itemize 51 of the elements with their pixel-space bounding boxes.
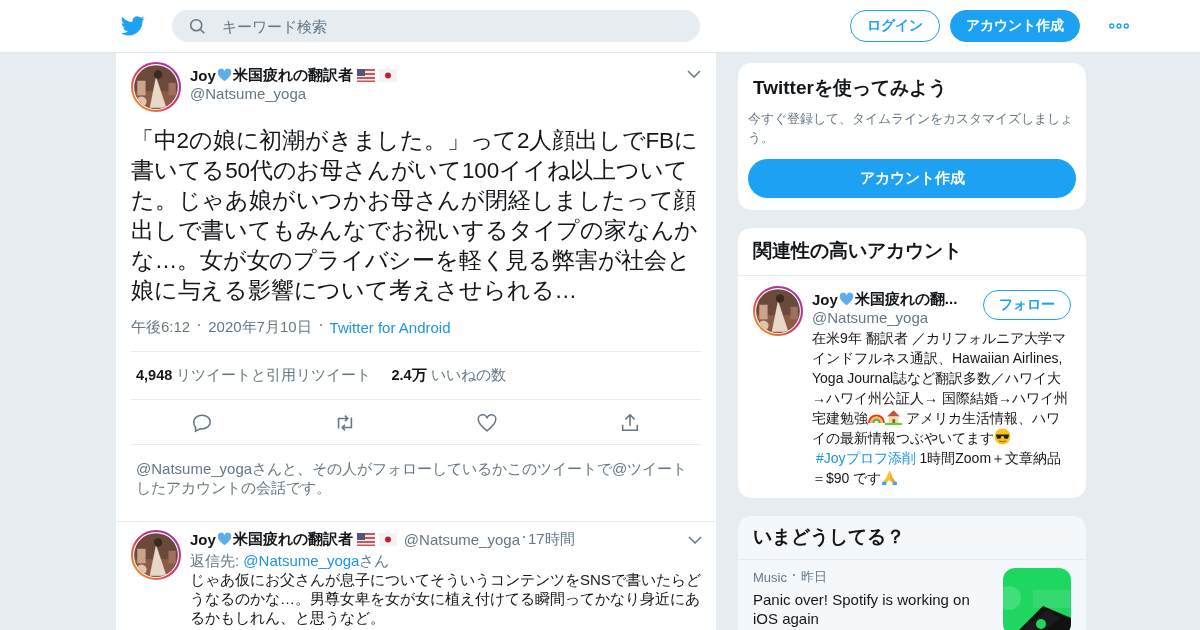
us-flag-icon	[356, 69, 375, 82]
mention-link[interactable]: @Natsume_yoga	[243, 552, 360, 569]
chevron-down-icon[interactable]	[688, 535, 702, 544]
us-flag-icon	[356, 533, 375, 546]
house-icon	[885, 408, 902, 425]
signup-button[interactable]: アカウント作成	[748, 159, 1076, 198]
login-button[interactable]: ログイン	[850, 10, 940, 42]
japan-flag-icon	[378, 533, 397, 546]
timestamp[interactable]: 2020年7月10日	[208, 318, 312, 337]
chevron-down-icon[interactable]	[687, 70, 701, 78]
conversation-note: @Natsume_yogaさんと、その人がフォローしているかこのツイートで@ツイートしたアカウントの会話です。	[135, 459, 689, 498]
source-link[interactable]: Twitter for Android	[329, 319, 451, 336]
trend-category: Music	[753, 569, 787, 585]
account-name[interactable]: Joy	[812, 291, 838, 308]
author-name[interactable]: Joy	[190, 67, 216, 84]
praying-hands-icon	[881, 468, 899, 485]
reply-to-line: 返信先: @Natsume_yogaさん	[190, 551, 391, 570]
like-icon[interactable]	[476, 412, 499, 434]
author-name[interactable]: 米国疲れの翻訳者	[232, 66, 353, 85]
heart-icon	[838, 292, 854, 307]
signup-button[interactable]: アカウント作成	[950, 10, 1080, 42]
more-icon[interactable]	[1109, 23, 1129, 29]
search-field[interactable]: キーワード検索	[172, 10, 700, 42]
timestamp: 昨日	[800, 568, 827, 586]
card-title: Twitterを使ってみよう	[753, 76, 948, 100]
follow-button[interactable]: フォロー	[983, 290, 1071, 320]
card-title: 関連性の高いアカウント	[738, 228, 1086, 276]
sunglasses-icon	[994, 428, 1011, 445]
author-handle[interactable]: @Natsume_yoga	[190, 85, 678, 102]
timestamp[interactable]: 午後6:12	[131, 318, 191, 337]
timestamp[interactable]: 17時間	[528, 530, 575, 549]
trend-headline[interactable]: Panic over! Spotify is working on iOS again	[753, 590, 993, 628]
reply-text: じゃあ仮にお父さんが息子についてそういうコンテンツをSNSで書いたらどうなるのかな…。男尊女卑を女が女に植え付けてる瞬間ってかなり身近にあるかもしれん、と思うなど。	[190, 570, 702, 627]
bird-logo-icon[interactable]	[121, 16, 145, 36]
stat-link[interactable]: 4,948 リツイートと引用リツイート	[136, 366, 372, 385]
card-title: いまどうしてる？	[738, 516, 1086, 560]
stat-link[interactable]: 2.4万 いいねの数	[391, 366, 506, 385]
account-name[interactable]: 米国疲れの翻...	[854, 290, 958, 309]
author-handle[interactable]: @Natsume_yoga	[403, 531, 520, 548]
signup-prompt: 今すぐ登録して、タイムラインをカスタマイズしましょう。	[748, 110, 1074, 147]
tweet-text: 「中2の娘に初潮がきました。」って2人顔出しでFBに書いてる50代のお母さんがいて100イイね以上ついてた。じゃあ娘がいつかお母さんが閉経しましたって顔出しで書いてもみんなでお祝いするタイプの家なんかな…。女が女のプライバシーを軽く見る弊害が社会と娘に与える影響について考えさせられる…	[131, 127, 700, 305]
account-bio: 在米9年 翻訳者 ／カリフォルニア大学マインドフルネス通訳、Hawaiian Airlines, Yoga Journal誌など翻訳多数／ハワイ大→ハワイ州公証人→ 国際結婚→ハワイ州宅建勉強 アメリカ生活情報、ハワイの最新情報つぶやいてます #Joyプロフ添削 1時間Zoom＋文章納品＝$90 です	[812, 329, 1069, 488]
account-handle[interactable]: @Natsume_yoga	[812, 309, 983, 326]
author-name[interactable]: 米国疲れの翻訳者	[232, 530, 353, 549]
search-icon	[189, 18, 206, 35]
japan-flag-icon	[378, 69, 397, 82]
heart-icon	[216, 532, 232, 547]
reply-icon[interactable]	[191, 412, 214, 434]
hashtag-link[interactable]: #Joyプロフ添削	[816, 450, 916, 466]
heart-icon	[216, 68, 232, 83]
author-name[interactable]: Joy	[190, 531, 216, 548]
